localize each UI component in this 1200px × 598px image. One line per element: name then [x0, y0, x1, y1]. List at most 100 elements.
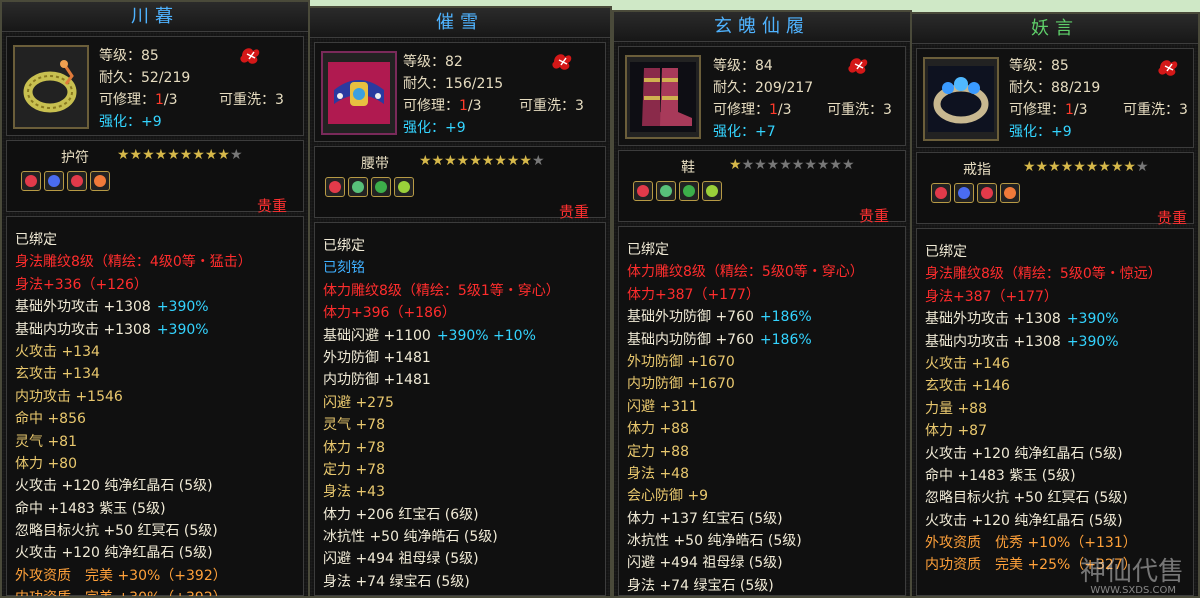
attribute-text: 内功防御 +1670 [627, 376, 735, 393]
item-type-row: 鞋 ★★★★★★★★★★ 贵重 [618, 150, 906, 225]
attribute-line: 火攻击 +134 [15, 341, 295, 363]
attribute-text: 力量 +88 [925, 400, 987, 417]
attribute-text: 体力+387（+177） [627, 286, 760, 303]
attribute-text: 体力+396（+186） [323, 305, 456, 322]
attribute-text: 火攻击 +146 [925, 355, 1010, 372]
gem-icon[interactable] [633, 181, 653, 201]
attribute-text: 体力 +78 [323, 439, 385, 456]
attribute-line: 内功防御 +1481 [323, 369, 597, 391]
gem-icon[interactable] [679, 181, 699, 201]
attribute-bonus: +186% [759, 309, 812, 326]
attribute-text: 基础外功防御 +760 [627, 309, 754, 326]
item-info-box: 等级：85 耐久：52/219 可修理：1/3 可重洗：3 强化：+9 [6, 36, 304, 136]
attribute-list: 已绑定 已刻铭 体力雕纹8级（精绘：5级1等・穿心） 体力+396（+186） 基础闪避… [314, 222, 606, 596]
attribute-text: 外攻资质 优秀 +10%（+131） [925, 535, 1137, 552]
attribute-bonus: +390% +10% [436, 327, 536, 344]
attribute-line: 已绑定 [925, 241, 1185, 263]
item-enhance: 强化：+7 [713, 124, 776, 140]
item-quality: 贵重 [256, 197, 287, 215]
gem-icon[interactable] [656, 181, 676, 201]
attribute-line: 灵气 +81 [15, 431, 295, 453]
attribute-list: 已绑定 身法雕纹8级（精绘：5级0等・惊远） 身法+387（+177） 基础外功攻击 … [916, 228, 1194, 596]
gem-icon[interactable] [394, 177, 414, 197]
item-level: 等级：85 [99, 48, 159, 64]
gem-icon[interactable] [702, 181, 722, 201]
attribute-text: 外功防御 +1481 [323, 349, 431, 366]
attribute-text: 基础内功攻击 +1308 [15, 321, 151, 338]
item-enhance: 强化：+9 [1009, 124, 1072, 140]
attribute-bonus: +390% [156, 321, 209, 338]
attribute-text: 外功防御 +1670 [627, 353, 735, 370]
attribute-line: 基础内功攻击 +1308 +390% [925, 331, 1185, 353]
item-rewash: 可重洗：3 [1123, 102, 1188, 118]
gem-slots [325, 177, 414, 197]
attribute-line: 火攻击 +146 [925, 353, 1185, 375]
item-repair: 可修理：1/3 [99, 92, 178, 108]
star-rating: ★★★★★★★★★★ [729, 157, 855, 173]
star-rating: ★★★★★★★★★★ [419, 153, 545, 169]
attribute-line: 命中 +856 [15, 408, 295, 430]
gem-icon[interactable] [1000, 183, 1020, 203]
attribute-text: 基础外功攻击 +1308 [15, 299, 151, 316]
item-info-box: 等级：84 耐久：209/217 可修理：1/3 可重洗：3 强化：+7 [618, 46, 906, 146]
attribute-line: 身法 +48 [627, 463, 897, 485]
attribute-text: 火攻击 +120 纯净红晶石 (5级) [925, 512, 1123, 529]
attribute-text: 火攻击 +120 纯净红晶石 (5级) [925, 445, 1123, 462]
watermark-url: WWW.SXDS.COM [1090, 585, 1176, 596]
attribute-line: 身法 +74 绿宝石 (5级) [323, 571, 597, 593]
attribute-line: 基础内功攻击 +1308 +390% [15, 319, 295, 341]
attribute-bonus: +390% [1066, 311, 1119, 328]
attribute-text: 基础外功攻击 +1308 [925, 311, 1061, 328]
item-type-row: 护符 ★★★★★★★★★★ 贵重 [6, 140, 304, 215]
attribute-line: 体力 +78 [323, 437, 597, 459]
item-rewash: 可重洗：3 [219, 92, 284, 108]
gem-icon[interactable] [67, 171, 87, 191]
item-type-row: 腰带 ★★★★★★★★★★ 贵重 [314, 146, 606, 221]
attribute-text: 火攻击 +120 纯净红晶石 (5级) [15, 478, 213, 495]
gem-icon[interactable] [44, 171, 64, 191]
attribute-line: 内功资质 完美 +30%（+392） [15, 587, 295, 596]
gem-slots [931, 183, 1020, 203]
item-type: 腰带 [361, 156, 389, 172]
attribute-text: 闪避 +311 [627, 398, 698, 415]
attribute-line: 内功攻击 +1546 [15, 386, 295, 408]
attribute-line: 基础外功防御 +760 +186% [627, 306, 897, 328]
attribute-line: 冰抗性 +50 纯净皓石 (5级) [323, 526, 597, 548]
gem-icon[interactable] [371, 177, 391, 197]
attribute-text: 基础内功防御 +760 [627, 331, 754, 348]
attribute-text: 体力 +80 [15, 455, 77, 472]
attribute-line: 已绑定 [323, 235, 597, 257]
gem-icon[interactable] [348, 177, 368, 197]
attribute-text: 身法雕纹8级（精绘：5级0等・惊远） [925, 266, 1162, 283]
ring-icon[interactable] [923, 57, 999, 141]
gem-icon[interactable] [977, 183, 997, 203]
attribute-text: 忽略目标火抗 +50 红冥石 (5级) [925, 490, 1128, 507]
attribute-line: 身法雕纹8级（精绘：5级0等・惊远） [925, 263, 1185, 285]
attribute-line: 忽略目标火抗 +50 红冥石 (5级) [925, 487, 1185, 509]
belt-icon[interactable] [321, 51, 397, 135]
gem-icon[interactable] [325, 177, 345, 197]
attribute-line: 体力 +88 [627, 418, 897, 440]
attribute-line: 身法 +43 [323, 481, 597, 503]
attribute-bonus: +390% [1066, 333, 1119, 350]
gem-icon[interactable] [931, 183, 951, 203]
attribute-line: 火攻击 +120 纯净红晶石 (5级) [15, 542, 295, 564]
gem-icon[interactable] [954, 183, 974, 203]
attribute-text: 冰抗性 +50 纯净皓石 (5级) [323, 529, 498, 546]
item-panel-4: 妖言 等级：85 耐久：88/219 可修理：1/3 可重洗：3 强化：+9 戒… [910, 12, 1200, 598]
attribute-text: 内功攻击 +1546 [15, 388, 123, 405]
attribute-line: 命中 +1483 紫玉 (5级) [15, 498, 295, 520]
gem-icon[interactable] [21, 171, 41, 191]
attribute-text: 闪避 +494 祖母绿 (5级) [627, 555, 783, 572]
attribute-text: 已绑定 [323, 238, 365, 254]
seal-icon [239, 45, 263, 71]
attribute-line: 外功防御 +1481 [323, 347, 597, 369]
attribute-text: 体力雕纹8级（精绘：5级0等・穿心） [627, 264, 864, 281]
attribute-line: 体力 +137 红宝石 (5级) [627, 508, 897, 530]
item-level: 等级：82 [403, 54, 463, 70]
amulet-icon[interactable] [13, 45, 89, 129]
gem-icon[interactable] [90, 171, 110, 191]
boots-icon[interactable] [625, 55, 701, 139]
attribute-text: 玄攻击 +146 [925, 378, 1010, 395]
attribute-text: 基础内功攻击 +1308 [925, 333, 1061, 350]
